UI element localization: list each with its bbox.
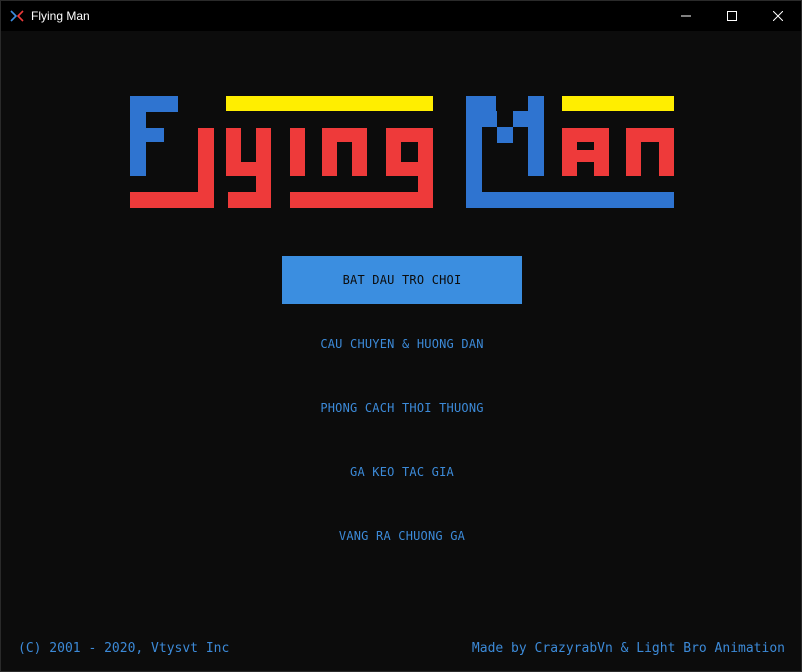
window-controls <box>663 1 801 31</box>
logo-letter-a <box>562 128 609 176</box>
game-window: Flying Man BAT DAU TRO CHOI CAU CHUYEN &… <box>0 0 802 672</box>
menu-fashion-style[interactable]: PHONG CACH THOI THUONG <box>282 384 522 432</box>
crossed-arrows-icon <box>10 10 24 22</box>
close-icon <box>773 11 783 21</box>
minimize-icon <box>681 15 691 17</box>
menu-story-guide[interactable]: CAU CHUYEN & HUONG DAN <box>282 320 522 368</box>
credits-text: Made by CrazyrabVn & Light Bro Animation <box>471 641 785 656</box>
logo-letter-n2 <box>626 128 674 176</box>
close-button[interactable] <box>755 1 801 31</box>
logo-yellow-bar-2 <box>562 96 674 111</box>
window-title: Flying Man <box>31 9 90 23</box>
logo-letter-f <box>130 96 178 176</box>
logo-letter-n <box>322 128 367 176</box>
minimize-button[interactable] <box>663 1 709 31</box>
maximize-button[interactable] <box>709 1 755 31</box>
menu-start-game[interactable]: BAT DAU TRO CHOI <box>282 256 522 304</box>
menu-exit[interactable]: VANG RA CHUONG GA <box>282 512 522 560</box>
title-bar[interactable]: Flying Man <box>1 1 801 31</box>
menu-credits[interactable]: GA KEO TAC GIA <box>282 448 522 496</box>
maximize-icon <box>727 11 737 21</box>
copyright-text: (C) 2001 - 2020, Vtysvt Inc <box>18 641 230 656</box>
logo-yellow-bar-1 <box>226 96 433 111</box>
game-logo <box>130 96 674 208</box>
logo-letter-i <box>290 128 305 176</box>
logo-letter-y <box>226 128 271 208</box>
